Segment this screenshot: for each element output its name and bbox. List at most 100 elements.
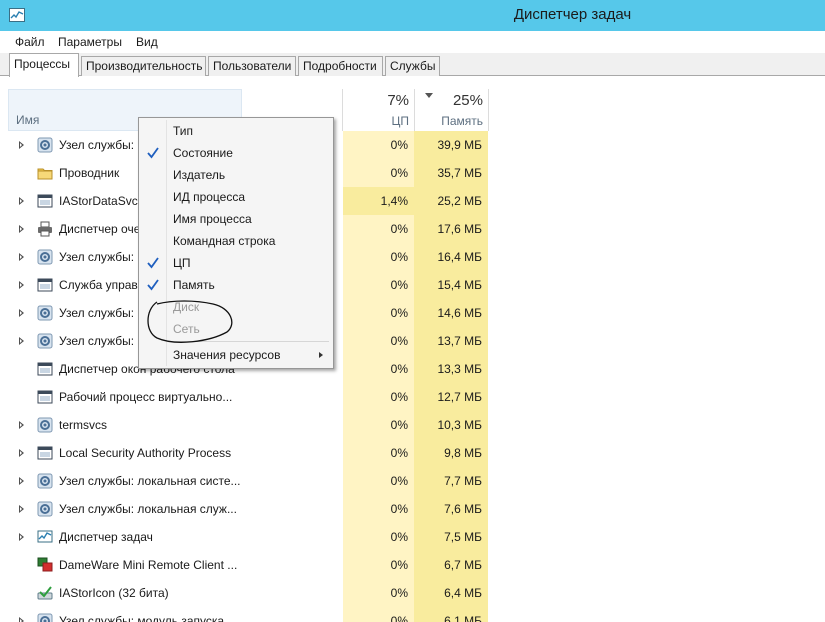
expand-arrow-icon[interactable]	[19, 253, 24, 261]
menu-view[interactable]: Вид	[136, 35, 158, 49]
process-row[interactable]: termsvcs 0% 10,3 МБ	[0, 411, 825, 439]
context-menu-item[interactable]: ЦП	[139, 252, 333, 274]
context-menu-item-resource-values[interactable]: Значения ресурсов	[139, 344, 333, 366]
process-name: Диспетчер задач	[59, 530, 153, 544]
checkmark-icon	[145, 145, 161, 161]
context-menu-item-label: Значения ресурсов	[173, 348, 281, 362]
tab-strip: Процессы Производительность Пользователи…	[0, 53, 825, 77]
cpu-column-label: ЦП	[391, 114, 409, 128]
process-cpu-value: 0%	[390, 166, 408, 180]
context-menu-item-label: ИД процесса	[173, 190, 246, 204]
process-name: Узел службы:	[59, 306, 135, 320]
process-memory-value: 10,3 МБ	[437, 418, 482, 432]
menu-file[interactable]: Файл	[15, 35, 45, 49]
process-name: Рабочий процесс виртуально...	[59, 390, 233, 404]
context-menu-item[interactable]: Командная строка	[139, 230, 333, 252]
column-header-cpu[interactable]: 7% ЦП	[343, 89, 414, 131]
process-name: DameWare Mini Remote Client ...	[59, 558, 238, 572]
process-cpu-value: 0%	[390, 474, 408, 488]
submenu-arrow-icon	[319, 352, 323, 358]
process-cpu-value: 0%	[390, 614, 408, 622]
tab-users[interactable]: Пользователи	[208, 56, 296, 76]
process-name: Узел службы:	[59, 138, 135, 152]
process-row[interactable]: Узел службы: 0% 39,9 МБ	[0, 131, 825, 159]
expand-arrow-icon[interactable]	[19, 449, 24, 457]
process-memory-value: 12,7 МБ	[437, 390, 482, 404]
remote-client-icon	[37, 557, 53, 573]
context-menu-item[interactable]: ИД процесса	[139, 186, 333, 208]
menu-bar: Файл Параметры Вид	[0, 31, 825, 53]
context-menu-item[interactable]: Имя процесса	[139, 208, 333, 230]
tab-processes[interactable]: Процессы	[9, 53, 79, 77]
column-name-label: Имя	[16, 113, 40, 127]
expand-arrow-icon[interactable]	[19, 281, 24, 289]
memory-column-label: Память	[441, 114, 483, 128]
expand-arrow-icon[interactable]	[19, 141, 24, 149]
tab-performance[interactable]: Производительность	[81, 56, 206, 76]
process-name: Узел службы:	[59, 334, 135, 348]
process-memory-value: 7,7 МБ	[444, 474, 482, 488]
context-menu-item-label: Имя процесса	[173, 212, 252, 226]
process-row[interactable]: IAStorDataSvc 1,4% 25,2 МБ	[0, 187, 825, 215]
expand-arrow-icon[interactable]	[19, 421, 24, 429]
process-name: IAStorIcon (32 бита)	[59, 586, 169, 600]
context-menu-item-label: Память	[173, 278, 215, 292]
sort-descending-icon	[425, 93, 433, 98]
tab-services[interactable]: Службы	[385, 56, 440, 76]
expand-arrow-icon[interactable]	[19, 337, 24, 345]
expand-arrow-icon[interactable]	[19, 505, 24, 513]
expand-arrow-icon[interactable]	[19, 617, 24, 622]
process-row[interactable]: Служба управ 0% 15,4 МБ	[0, 271, 825, 299]
process-row[interactable]: Local Security Authority Process 0% 9,8 МБ	[0, 439, 825, 467]
expand-arrow-icon[interactable]	[19, 197, 24, 205]
process-memory-value: 25,2 МБ	[437, 194, 482, 208]
process-name: Local Security Authority Process	[59, 446, 232, 460]
column-divider[interactable]	[488, 89, 489, 131]
process-cpu-value: 0%	[390, 138, 408, 152]
process-row[interactable]: Проводник 0% 35,7 МБ	[0, 159, 825, 187]
process-row[interactable]: Узел службы: локальная систе... 0% 7,7 МБ	[0, 467, 825, 495]
menu-options[interactable]: Параметры	[58, 35, 122, 49]
process-name: IAStorDataSvc	[59, 194, 138, 208]
window-app-icon	[37, 193, 53, 209]
process-name: Диспетчер оче	[59, 222, 141, 236]
process-row[interactable]: Диспетчер задач 0% 7,5 МБ	[0, 523, 825, 551]
process-cpu-value: 0%	[390, 222, 408, 236]
process-cpu-value: 0%	[390, 586, 408, 600]
context-menu-item[interactable]: Память	[139, 274, 333, 296]
context-menu-item[interactable]: Состояние	[139, 142, 333, 164]
process-cpu-value: 0%	[390, 502, 408, 516]
process-cpu-value: 0%	[390, 334, 408, 348]
context-menu-item[interactable]: Тип	[139, 120, 333, 142]
process-row[interactable]: Узел службы: локальная служ... 0% 7,6 МБ	[0, 495, 825, 523]
process-row[interactable]: Узел службы: 0% 16,4 МБ	[0, 243, 825, 271]
process-cpu-value: 0%	[390, 530, 408, 544]
expand-arrow-icon[interactable]	[19, 309, 24, 317]
process-list: Узел службы: 0% 39,9 МБ Проводник 0% 35,7 МБ…	[0, 131, 825, 622]
process-memory-value: 6,4 МБ	[444, 586, 482, 600]
process-name: Узел службы: модуль запуска ...	[59, 614, 238, 622]
expand-arrow-icon[interactable]	[19, 533, 24, 541]
expand-arrow-icon[interactable]	[19, 477, 24, 485]
process-cpu-value: 0%	[390, 250, 408, 264]
process-row[interactable]: Узел службы: модуль запуска ... 0% 6,1 МБ	[0, 607, 825, 622]
process-row[interactable]: Рабочий процесс виртуально... 0% 12,7 МБ	[0, 383, 825, 411]
gear-icon	[37, 249, 53, 265]
process-row[interactable]: Диспетчер оче 0% 17,6 МБ	[0, 215, 825, 243]
process-memory-value: 6,1 МБ	[444, 614, 482, 622]
tab-details[interactable]: Подробности	[298, 56, 383, 76]
process-name: termsvcs	[59, 418, 107, 432]
process-memory-value: 14,6 МБ	[437, 306, 482, 320]
process-row[interactable]: Диспетчер окон рабочего стола 0% 13,3 МБ	[0, 355, 825, 383]
process-row[interactable]: Узел службы: 0% 13,7 МБ	[0, 327, 825, 355]
process-row[interactable]: DameWare Mini Remote Client ... 0% 6,7 МБ	[0, 551, 825, 579]
process-row[interactable]: IAStorIcon (32 бита) 0% 6,4 МБ	[0, 579, 825, 607]
process-row[interactable]: Узел службы: 0% 14,6 МБ	[0, 299, 825, 327]
column-header-memory[interactable]: 25% Память	[414, 89, 488, 131]
gear-icon	[37, 417, 53, 433]
context-menu-item[interactable]: Издатель	[139, 164, 333, 186]
window-app-icon	[37, 389, 53, 405]
hand-drawn-circle-annotation	[147, 300, 233, 343]
expand-arrow-icon[interactable]	[19, 225, 24, 233]
process-memory-value: 16,4 МБ	[437, 250, 482, 264]
